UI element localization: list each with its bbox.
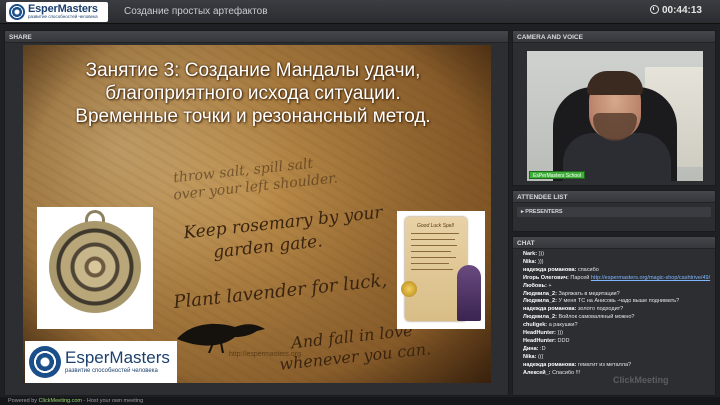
chat-author: chuligek: — [523, 322, 548, 329]
chat-text: спасибо — [577, 266, 599, 273]
amulet-disc — [49, 221, 141, 313]
slide-watermark: http://espermasters.org — [229, 351, 301, 358]
chat-text: ))) — [557, 330, 564, 337]
chat-message: Дина: :D — [517, 346, 713, 354]
chat-link[interactable]: http://espermasters.org/magic-shop/casht… — [591, 275, 710, 281]
chat-author: Алексей_: — [523, 369, 551, 376]
chat-text: Спасибо !!! — [552, 369, 581, 376]
camera-panel: CAMERA AND VOICE EsPerMasters School — [512, 30, 716, 186]
chat-message: надежда романова: золото подходит? — [517, 306, 713, 314]
chat-text: ))) — [537, 258, 544, 265]
chat-text: золото подходит? — [577, 306, 624, 313]
chat-text: ))) — [538, 251, 545, 257]
chat-message: Людмила_2: Войлок самоваляный можно? — [517, 314, 713, 322]
chat-text: Войлок самоваляный можно? — [558, 314, 635, 321]
chat-message: надежда романова: гематит из металла? — [517, 362, 713, 370]
chat-message: HeadHunter: DDD — [517, 338, 713, 346]
camera-panel-title: CAMERA AND VOICE — [513, 31, 715, 43]
participant-name-label: EsPerMasters School — [529, 171, 586, 179]
gold-coin — [401, 281, 417, 297]
presenter-hair — [587, 71, 643, 95]
chat-author: Nark: — [523, 251, 538, 257]
footer-brand-link[interactable]: ClickMeeting.com — [39, 398, 82, 404]
chat-author: Дина: — [523, 345, 539, 352]
chat-author: Nika: — [523, 353, 537, 360]
presenters-label: PRESENTERS — [525, 209, 563, 215]
chat-message: chuligek: а ракушки? — [517, 322, 713, 330]
espermasters-logo: EsperMasters развитие способностей челов… — [6, 2, 108, 22]
chat-text: Парсей — [570, 274, 590, 281]
chat-author: HeadHunter: — [523, 330, 557, 337]
chat-text: Заряжать в медитации? — [558, 290, 620, 297]
chat-author: Любовь: — [523, 282, 547, 289]
presentation-slide: Занятие 3: Создание Мандалы удачи, благо… — [23, 45, 491, 383]
slide-logo-tagline: развитие способностей человека — [65, 368, 158, 374]
chat-author: надежда романова: — [523, 306, 577, 313]
chat-message: надежда романова: спасибо — [517, 267, 713, 275]
chat-text: гематит из металла? — [577, 361, 632, 368]
clock-icon — [649, 5, 659, 14]
chat-message: Nika: ((( — [517, 354, 713, 362]
crow-illustration — [177, 323, 265, 353]
logo-tagline: развитие способностей человека — [28, 14, 98, 19]
footer-prefix: Powered by — [8, 398, 38, 404]
chat-author: Людмила_2: — [523, 298, 557, 305]
clickmeeting-watermark: ClickMeeting — [613, 375, 669, 385]
chat-text: :D — [540, 345, 546, 352]
chat-messages[interactable]: Nark: ))) Nika: ))) надежда романова: сп… — [517, 251, 713, 393]
chat-panel-title: CHAT — [513, 237, 715, 249]
chat-author: надежда романова: — [523, 266, 577, 273]
share-panel: SHARE Занятие 3: Создание Мандалы удачи,… — [4, 30, 509, 396]
chat-message: Nika: ))) — [517, 259, 713, 267]
chat-message: Nark: ))) — [517, 251, 713, 259]
chat-author: Людмила_2: — [523, 290, 557, 297]
chat-author: HeadHunter: — [523, 337, 557, 344]
top-bar: EsperMasters развитие способностей челов… — [0, 0, 720, 24]
footer-text: Powered by ClickMeeting.com - Host your … — [8, 397, 143, 405]
amulet-image — [37, 207, 153, 329]
logo-mark-icon — [9, 4, 25, 20]
chat-message: Людмила_2: Заряжать в медитации? — [517, 291, 713, 299]
chat-author: Людмила_2: — [523, 314, 557, 321]
chat-author: Nika: — [523, 258, 537, 265]
chat-message: Любовь: + — [517, 283, 713, 291]
meeting-title: Создание простых артефактов — [124, 6, 268, 17]
wizard-figure — [457, 265, 481, 321]
scroll-title: Good Luck Spell — [417, 223, 454, 229]
chat-text: DDD — [557, 337, 570, 344]
slide-espermasters-logo: EsperMasters развитие способностей челов… — [25, 341, 177, 383]
chat-text: ((( — [537, 353, 544, 360]
chat-text: + — [548, 282, 552, 289]
chat-message: Игорь Олегович: Парсей http://espermaste… — [517, 275, 713, 283]
chat-text: а ракушки? — [548, 322, 578, 329]
presenters-group[interactable]: ▸ PRESENTERS — [517, 207, 711, 217]
webcam-video[interactable]: EsPerMasters School — [527, 51, 703, 181]
footer-suffix: - Host your own meeting — [83, 398, 144, 404]
attendee-list-title: ATTENDEE LIST — [513, 191, 715, 203]
slide-logo-mark-icon — [29, 346, 61, 378]
chat-text: У меня ТС на Анисовь -чадо выше поднимат… — [558, 298, 680, 305]
timer-value: 00:44:13 — [661, 5, 702, 16]
share-panel-title: SHARE — [5, 31, 508, 43]
chat-author: Игорь Олегович: — [523, 274, 569, 281]
chat-message: HeadHunter: ))) — [517, 330, 713, 338]
attendee-list-panel: ATTENDEE LIST ▸ PRESENTERS — [512, 190, 716, 232]
footer-bar: Powered by ClickMeeting.com - Host your … — [0, 397, 720, 405]
slide-logo-name: EsperMasters — [65, 348, 170, 367]
spell-scroll-image: Good Luck Spell — [397, 211, 485, 329]
chat-panel: CHAT Nark: ))) Nika: ))) надежда романов… — [512, 236, 716, 396]
chat-author: надежда романова: — [523, 361, 577, 368]
chat-message: Людмила_2: У меня ТС на Анисовь -чадо вы… — [517, 298, 713, 306]
slide-title: Занятие 3: Создание Мандалы удачи, благо… — [75, 60, 431, 127]
slide-script-line: Plant lavender for luck, — [172, 269, 388, 314]
meeting-timer: 00:44:13 — [649, 5, 702, 16]
